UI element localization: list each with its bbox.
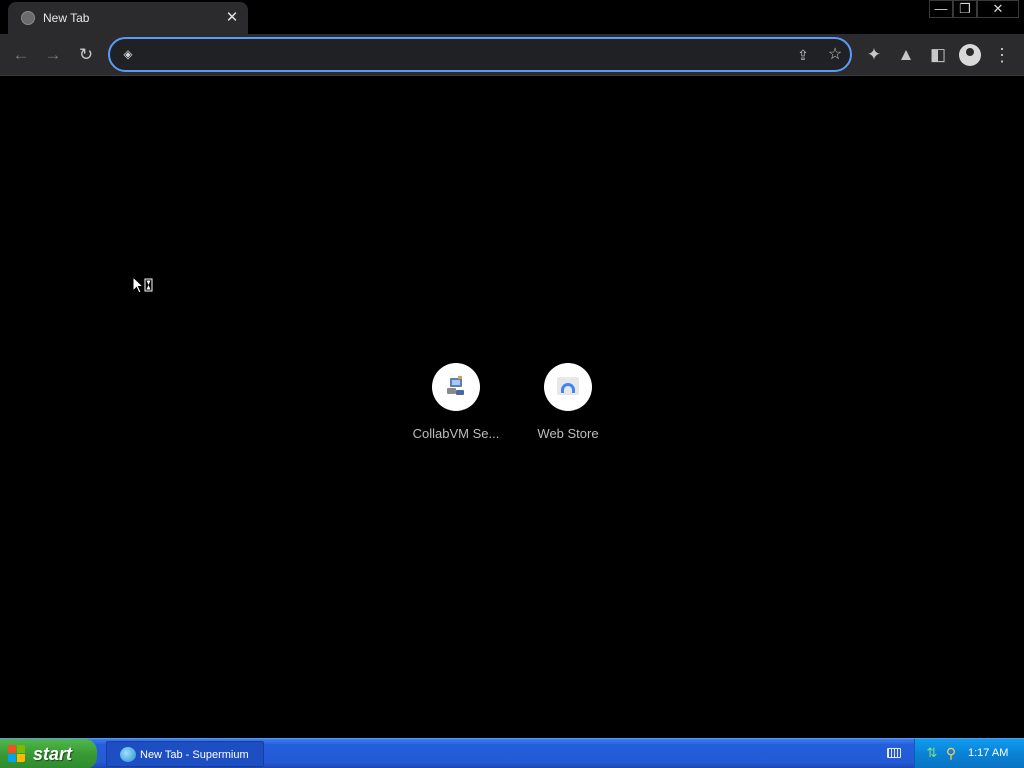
tab-new-tab[interactable]: New Tab ✕	[8, 2, 248, 34]
share-icon[interactable]: ⇪	[792, 44, 814, 66]
reload-button[interactable]: ↻	[73, 42, 99, 68]
address-input[interactable]	[144, 44, 784, 65]
keyboard-icon[interactable]	[887, 748, 901, 758]
shortcut-tile[interactable]	[544, 363, 592, 411]
shortcut-label: CollabVM Se...	[412, 426, 500, 441]
extensions-icon[interactable]: ✦	[861, 42, 887, 68]
site-info-icon[interactable]: ◈	[120, 46, 136, 62]
taskbar-window-button[interactable]: New Tab - Supermium	[106, 741, 264, 767]
windows-flag-icon	[8, 745, 26, 763]
shortcut-label: Web Store	[537, 426, 599, 441]
taskbar-window-label: New Tab - Supermium	[140, 749, 249, 761]
forward-button[interactable]: →	[40, 42, 66, 68]
window-restore-button[interactable]: ❐	[953, 0, 977, 18]
new-tab-page: CollabVM Se... Web Store	[0, 77, 1024, 738]
menu-kebab-icon[interactable]: ⋮	[990, 42, 1014, 68]
shortcut-tile[interactable]	[432, 363, 480, 411]
profile-avatar-button[interactable]	[957, 42, 983, 68]
address-bar[interactable]: ◈ ⇪ ☆	[108, 37, 852, 72]
desktop-screen: New Tab ✕ — ❐ ✕ ← → ↻ ◈ ⇪ ☆ ✦ ▲ ◧ ⋮ Coll…	[0, 0, 1024, 768]
window-close-button[interactable]: ✕	[977, 0, 1019, 18]
back-button[interactable]: ←	[8, 42, 34, 68]
bookmark-star-icon[interactable]: ☆	[824, 44, 846, 66]
busy-cursor-icon	[132, 276, 153, 294]
shortcut-collabvm[interactable]: CollabVM Se...	[400, 363, 512, 453]
window-minimize-button[interactable]: —	[929, 0, 953, 18]
system-tray: ⇅ ⚲ 1:17 AM	[914, 739, 1024, 768]
start-button[interactable]: start	[0, 739, 97, 768]
taskbar: start New Tab - Supermium ⇅ ⚲ 1:17 AM	[0, 738, 1024, 768]
start-label: start	[33, 744, 73, 764]
browser-toolbar: ← → ↻ ◈ ⇪ ☆ ✦ ▲ ◧ ⋮	[0, 34, 1024, 76]
tab-title: New Tab	[43, 11, 90, 25]
side-panel-icon[interactable]: ◧	[925, 42, 951, 68]
clock: 1:17 AM	[968, 747, 1009, 759]
labs-flask-icon[interactable]: ▲	[893, 42, 919, 68]
tab-close-icon[interactable]: ✕	[222, 8, 242, 28]
collabvm-icon	[447, 376, 464, 395]
search-icon[interactable]: ⚲	[943, 745, 959, 761]
web-store-icon	[557, 377, 579, 395]
network-icon[interactable]: ⇅	[925, 746, 939, 760]
shortcut-web-store[interactable]: Web Store	[512, 363, 624, 453]
supermium-icon	[120, 747, 136, 762]
globe-icon	[21, 11, 35, 25]
avatar-icon	[959, 44, 981, 66]
tab-strip: New Tab ✕ — ❐ ✕	[0, 0, 1024, 34]
